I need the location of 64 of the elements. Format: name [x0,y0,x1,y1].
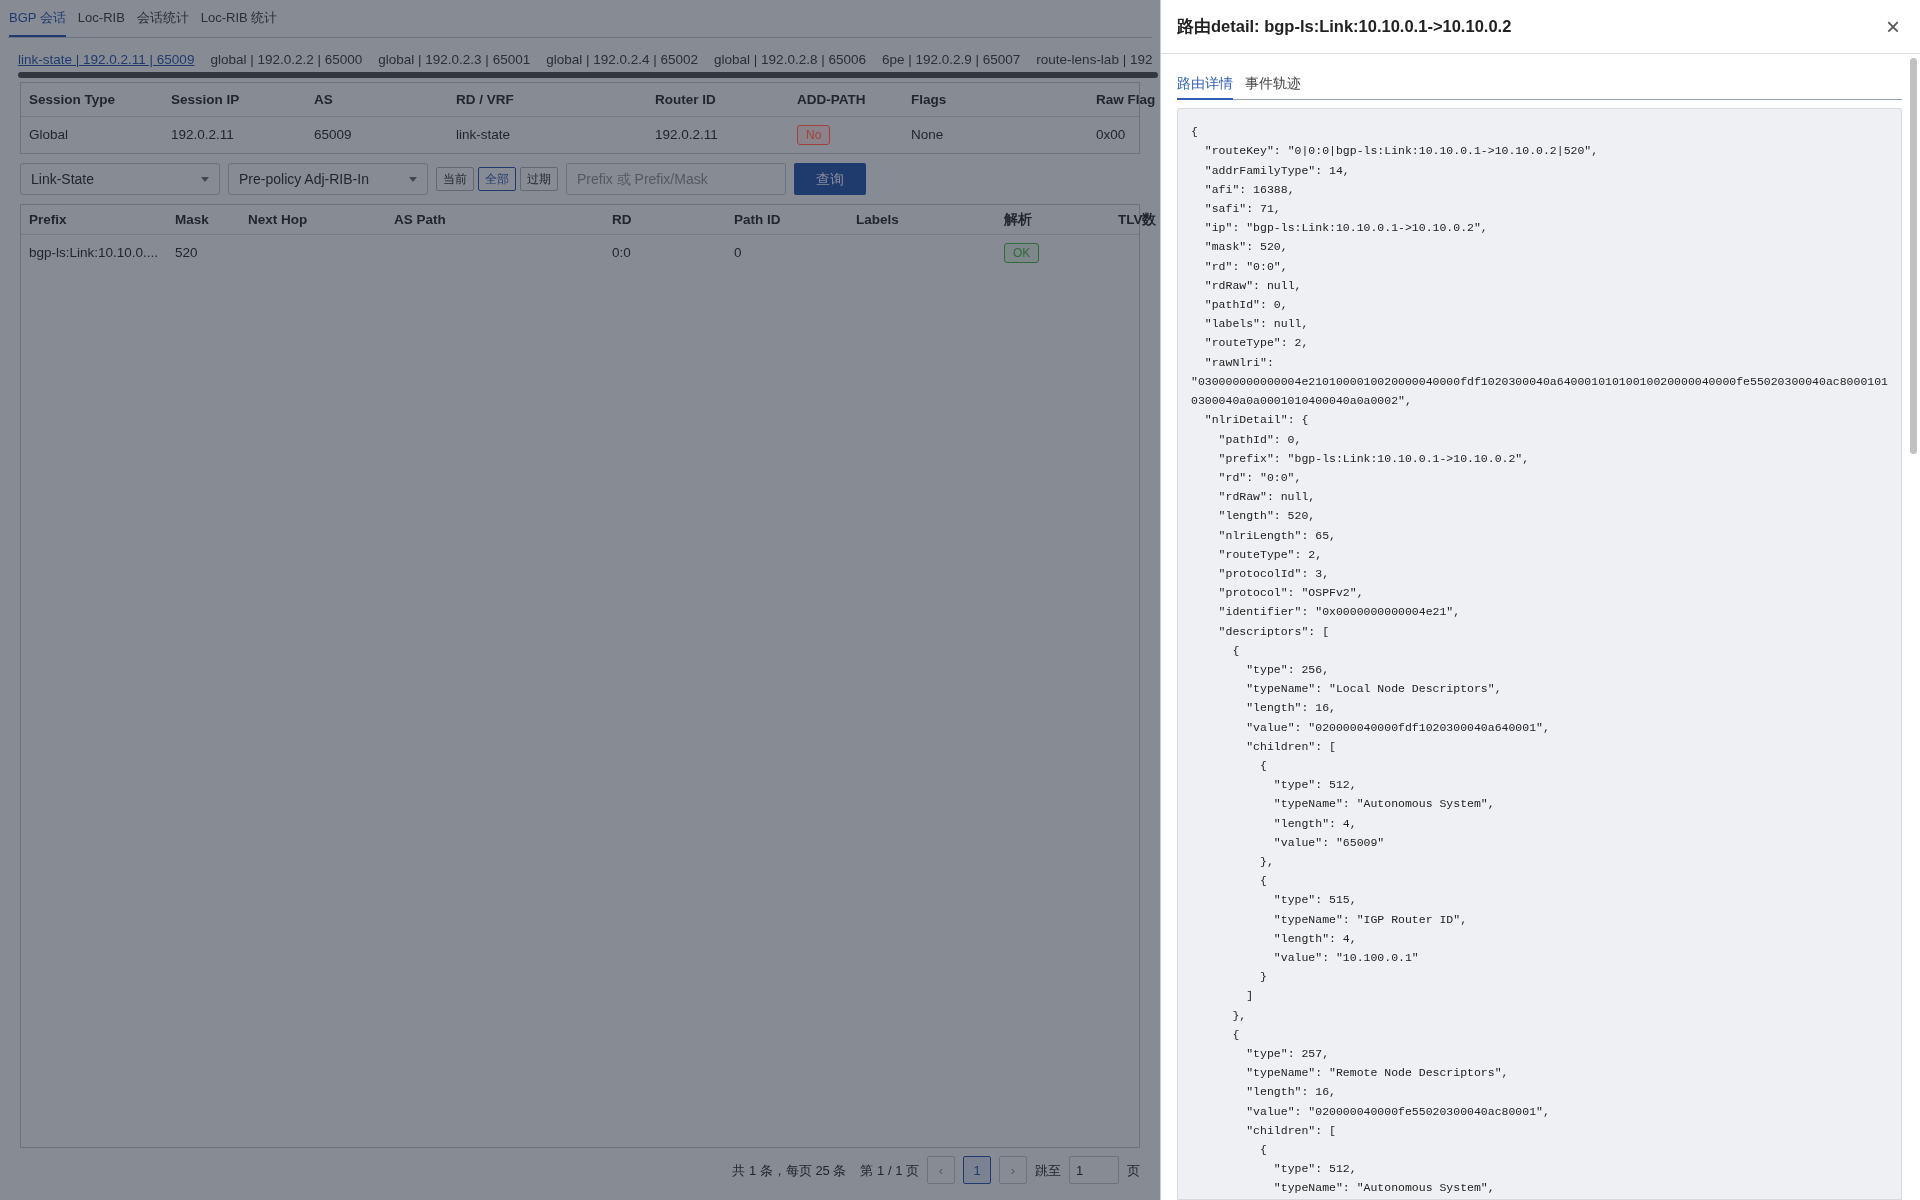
table-cell: 0x00 [1096,127,1126,143]
column-header: Next Hop [248,210,309,229]
table-cell: link-state [456,127,511,143]
page-info: 第 1 / 1 页 [860,1161,919,1180]
column-header: RD / VRF [456,90,515,109]
query-button[interactable]: 查询 [794,163,866,196]
column-header: Path ID [734,210,782,229]
column-header: RD [612,210,633,229]
scrollbar[interactable] [1910,58,1917,454]
column-header: TLV数 [1118,210,1158,229]
column-header: Session IP [171,90,241,109]
page-button[interactable]: 1 [963,1156,991,1185]
family-select[interactable]: Link-State [20,163,220,196]
filter-button[interactable]: 过期 [520,167,558,192]
filter-button[interactable]: 全部 [478,167,516,192]
column-header: AS Path [394,210,447,229]
table-cell: 0 [734,245,742,261]
drawer-title: 路由detail: bgp-ls:Link:10.10.0.1->10.10.0.2 [1177,16,1512,38]
dropdown-caret-icon [409,176,417,182]
next-page-button[interactable]: › [999,1156,1027,1185]
jump-label: 跳至 [1035,1161,1061,1180]
page-input[interactable]: 1 [1069,1156,1119,1185]
session-tab[interactable]: global | 192.0.2.2 | 65000 [210,50,363,71]
column-header: Raw Flag [1096,90,1157,109]
nav-tab[interactable]: BGP 会话 [9,7,66,37]
nav-tab[interactable]: Loc-RIB [77,7,125,37]
column-header: Flags [911,90,948,109]
session-tab[interactable]: route-lens-lab | 192 [1036,50,1153,71]
scrollbar[interactable] [18,72,1158,79]
table-cell: 192.0.2.11 [171,127,234,143]
status-tag: No [797,125,831,146]
column-header: ADD-PATH [797,90,867,109]
close-button[interactable]: × [1882,14,1904,39]
session-tab[interactable]: 6pe | 192.0.2.9 | 65007 [881,50,1021,71]
session-tab[interactable]: global | 192.0.2.3 | 65001 [378,50,531,71]
dropdown-caret-icon [201,176,209,182]
table-cell: 0:0 [612,245,631,261]
session-tab[interactable]: link-state | 192.0.2.11 | 65009 [18,50,195,71]
table-cell: None [911,127,944,143]
filter-button[interactable]: 当前 [436,167,474,192]
status-tag: OK [1004,243,1040,264]
column-header: AS [314,90,334,109]
column-header: Prefix [29,210,68,229]
page-suffix: 页 [1127,1161,1140,1180]
table-cell: bgp-ls:Link:10.10.0.... [29,245,159,261]
nav-tab[interactable]: 会话统计 [136,7,189,37]
table-cell: Global [29,127,69,143]
column-header: 解析 [1004,210,1033,229]
rib-select[interactable]: Pre-policy Adj-RIB-In [228,163,428,196]
session-tab[interactable]: global | 192.0.2.8 | 65006 [714,50,866,71]
table-cell: 520 [175,245,198,261]
table-cell: 192.0.2.11 [655,127,718,143]
column-header: Labels [856,210,900,229]
nav-tab[interactable]: Loc-RIB 统计 [200,7,278,37]
column-header: Router ID [655,90,717,109]
prev-page-button[interactable]: ‹ [927,1156,955,1185]
column-header: Mask [175,210,210,229]
pagination-summary: 共 1 条，每页 25 条 [732,1161,847,1180]
session-tab[interactable]: global | 192.0.2.4 | 65002 [546,50,699,71]
json-code: { "routeKey": "0|0:0|bgp-ls:Link:10.10.0.1->10.10.0.2|520", "addrFamilyType": 14, "afi": 16388, "safi": 71, "ip": "bgp-ls:Link:10.10.0.1->10.10.0.2", "mask": 520, "rd": "0:0", "rdRaw": null, "pathId": 0, "labels": null, "routeType": 2, "rawNlri": "030000000000004e2101000010020000040000fdf1020300040a64000101010010020000040000fe55020300040ac80001010300040a0a0001010400040a0a0002", "nlriDetail": { "pathId": 0, "prefix": "bgp-ls:Link:10.10.0.1->10.10.0.2", "rd": "0:0", "rdRaw": null, "length": 520, "nlriLength": 65, "routeType": 2, "protocolId": 3, "protocol": "OSPFv2", "identifier": "0x0000000000004e21", "descriptors": [ { "type": 256, "typeName": "Local Node Descriptors", "length": 16, "value": "020000040000fdf1020300040a640001", "children": [ { "type": 512, "typeName": "Autonomous System", "length": 4, "value": "65009" }, { "type": 515, "typeName": "IGP Router ID", "length": 4, "value": "10.100.0.1" } ] }, { "type": 257, "typeName": "Remote Node Descriptors", "length": 16, "value": "020000040000fe55020300040ac80001", "children": [ { "type": 512, "typeName": "Autonomous System", [1190,124,1889,1197]
drawer-tab[interactable]: 路由详情 [1177,74,1233,101]
column-header: Session Type [29,90,117,109]
table-cell: 65009 [314,127,352,143]
drawer-tab[interactable]: 事件轨迹 [1245,74,1301,101]
